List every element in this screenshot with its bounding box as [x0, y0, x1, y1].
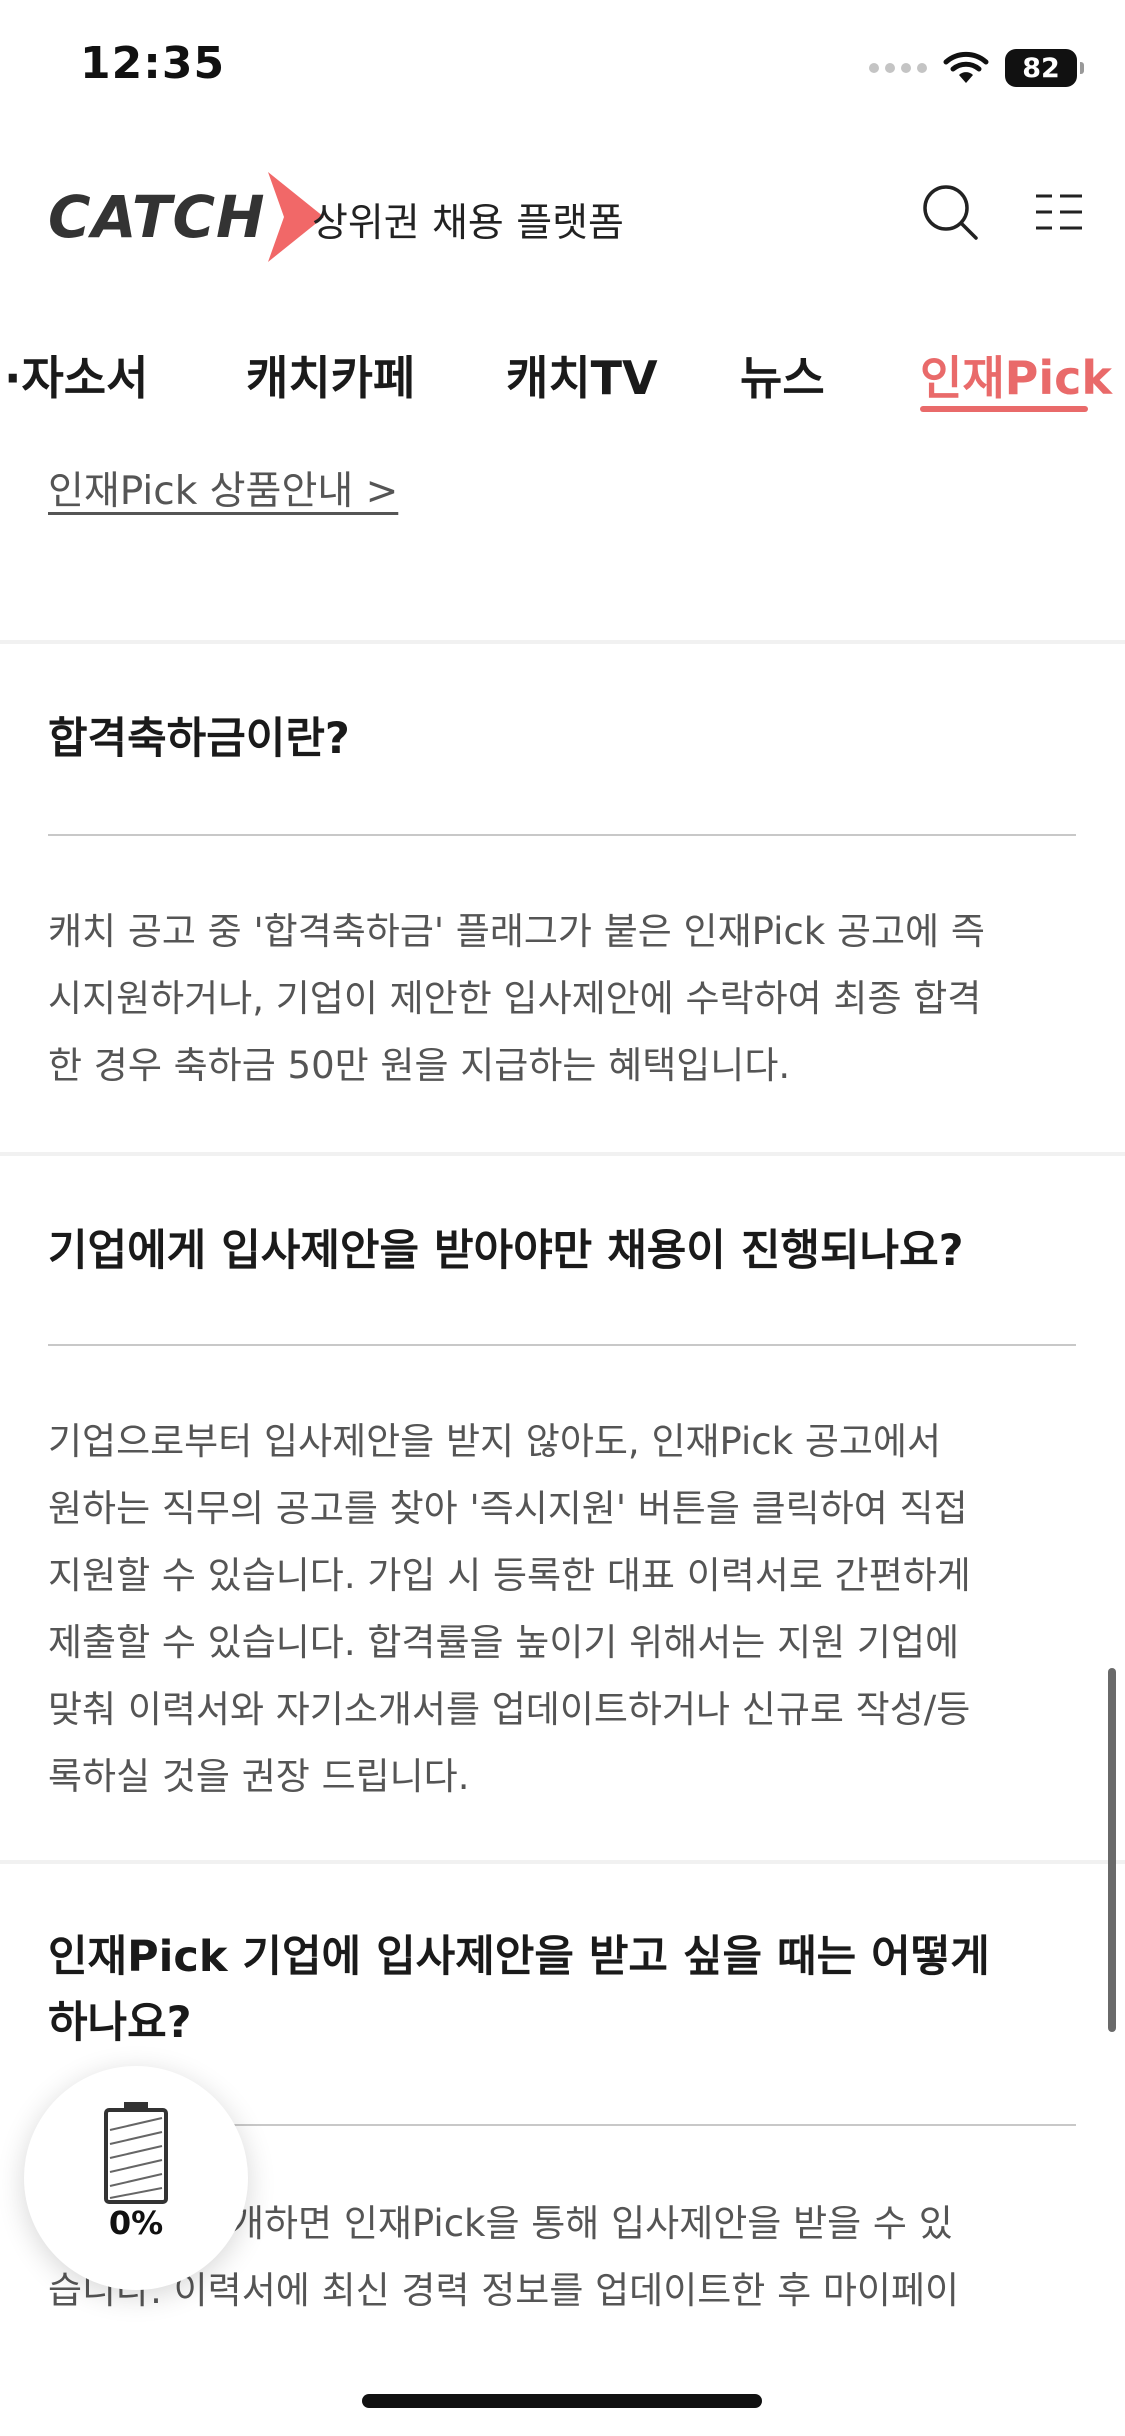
faq-rule: [48, 834, 1076, 836]
tab-catch-cafe[interactable]: 캐치카페: [246, 342, 415, 408]
faq-question: 인재Pick 기업에 입사제안을 받고 싶을 때는 어떻게 하나요?: [48, 1924, 1088, 2056]
faq-question: 합격축하금이란?: [48, 714, 350, 764]
search-icon[interactable]: [920, 182, 980, 242]
faq-answer: 기업으로부터 입사제안을 받지 않아도, 인재Pick 공고에서 원하는 직무의…: [48, 1408, 1088, 1810]
category-tabs: ·자소서 캐치카페 캐치TV 뉴스 인재Pick: [0, 330, 1125, 426]
section-divider: [0, 1860, 1125, 1864]
question-line: 하나요?: [48, 1998, 192, 2048]
answer-line: 맞춰 이력서와 자기소개서를 업데이트하거나 신규로 작성/등: [48, 1688, 971, 1731]
status-icons: 82: [869, 46, 1084, 90]
status-time: 12:35: [80, 38, 226, 89]
answer-line: 시지원하거나, 기업이 제안한 입사제안에 수락하여 최종 합격: [48, 977, 982, 1020]
tab-jasoseo[interactable]: ·자소서: [4, 342, 148, 408]
answer-line: 한 경우 축하금 50만 원을 지급하는 혜택입니다.: [48, 1044, 791, 1087]
answer-line: 지원할 수 있습니다. 가입 시 등록한 대표 이력서로 간편하게: [48, 1554, 971, 1597]
menu-icon[interactable]: [1030, 182, 1090, 242]
answer-line: 록하실 것을 권장 드립니다.: [48, 1755, 470, 1798]
active-tab-indicator: [920, 406, 1088, 412]
tab-news[interactable]: 뉴스: [740, 342, 825, 408]
battery-level: 82: [1022, 52, 1060, 84]
section-divider: [0, 640, 1125, 644]
status-bar: 12:35 82: [0, 0, 1125, 140]
product-guide-link[interactable]: 인재Pick 상품안내 >: [48, 460, 398, 516]
section-divider: [0, 1152, 1125, 1156]
answer-line: 제출할 수 있습니다. 합격률을 높이기 위해서는 지원 기업에: [48, 1621, 960, 1664]
cellular-signal-icon: [869, 63, 927, 73]
faq-answer: 캐치 공고 중 '합격축하금' 플래그가 붙은 인재Pick 공고에 즉 시지원…: [48, 898, 1088, 1099]
app-header: CATCH 상위권 채용 플랫폼: [0, 160, 1125, 270]
home-indicator[interactable]: [362, 2394, 762, 2408]
answer-line: 기업으로부터 입사제안을 받지 않아도, 인재Pick 공고에서: [48, 1420, 941, 1463]
battery-widget[interactable]: 0%: [24, 2066, 248, 2290]
scrollbar-thumb[interactable]: [1108, 1668, 1116, 2032]
answer-line: 습니다. 이력서에 최신 경력 정보를 업데이트한 후 마이페이: [48, 2269, 960, 2312]
battery-widget-percent: 0%: [108, 2204, 164, 2242]
answer-line: 원하는 직무의 공고를 찾아 '즉시지원' 버튼을 클릭하여 직접: [48, 1487, 968, 1530]
battery-icon: 82: [1005, 49, 1084, 87]
faq-question: 기업에게 입사제안을 받아야만 채용이 진행되나요?: [48, 1226, 964, 1276]
wifi-icon: [943, 51, 989, 83]
question-line: 인재Pick 기업에 입사제안을 받고 싶을 때는 어떻게: [48, 1932, 990, 1982]
catch-logo[interactable]: CATCH: [48, 172, 324, 262]
faq-rule: [48, 1344, 1076, 1346]
tab-catch-tv[interactable]: 캐치TV: [506, 342, 658, 408]
answer-line: 캐치 공고 중 '합격축하금' 플래그가 붙은 인재Pick 공고에 즉: [48, 910, 985, 953]
tab-injae-pick[interactable]: 인재Pick: [920, 342, 1112, 408]
battery-icon: [104, 2102, 168, 2204]
logo-text: CATCH: [48, 183, 266, 251]
tagline: 상위권 채용 플랫폼: [312, 201, 624, 246]
